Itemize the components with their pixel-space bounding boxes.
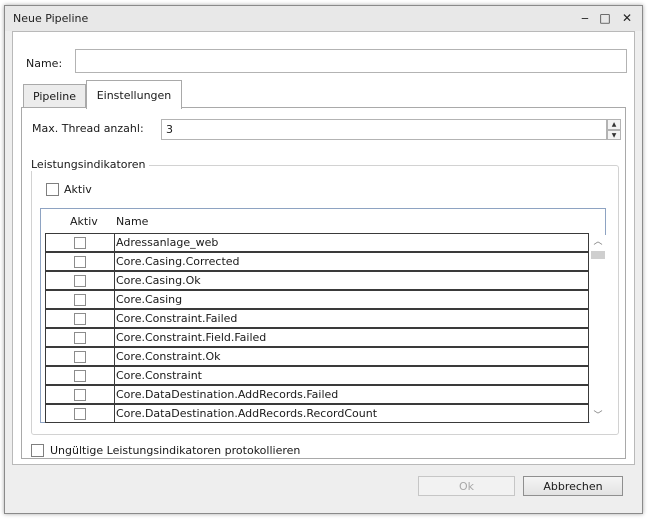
column-header-aktiv[interactable]: Aktiv bbox=[70, 215, 98, 228]
row-aktiv-checkbox[interactable] bbox=[74, 408, 86, 420]
counters-grid: Aktiv Name Adressanlage_web Core.Casing.C… bbox=[40, 208, 606, 423]
column-divider bbox=[114, 272, 115, 289]
column-divider bbox=[114, 367, 115, 384]
column-divider bbox=[114, 291, 115, 308]
column-divider bbox=[114, 386, 115, 403]
column-divider bbox=[114, 234, 115, 251]
minimize-button[interactable]: ‒ bbox=[577, 10, 593, 26]
log-invalid-checkbox[interactable] bbox=[31, 444, 44, 457]
table-row[interactable]: Core.Constraint.Failed bbox=[45, 309, 589, 328]
cancel-button[interactable]: Abbrechen bbox=[523, 476, 623, 496]
aktiv-checkbox[interactable] bbox=[46, 183, 59, 196]
tab-pipeline-label: Pipeline bbox=[32, 90, 77, 103]
row-aktiv-checkbox[interactable] bbox=[74, 275, 86, 287]
scroll-up-icon[interactable]: ︿ bbox=[593, 237, 603, 247]
thread-count-label: Max. Thread anzahl: bbox=[32, 122, 144, 135]
row-aktiv-checkbox[interactable] bbox=[74, 351, 86, 363]
aktiv-label: Aktiv bbox=[64, 183, 92, 196]
row-name-cell: Core.Constraint.Ok bbox=[116, 350, 221, 363]
spin-down-button[interactable]: ▼ bbox=[607, 130, 621, 140]
tab-einstellungen[interactable]: Einstellungen bbox=[86, 80, 182, 109]
table-row[interactable]: Core.Casing.Ok bbox=[45, 271, 589, 290]
row-name-cell: Core.Constraint bbox=[116, 369, 202, 382]
table-row[interactable]: Core.Casing.Corrected bbox=[45, 252, 589, 271]
dialog-content: Name: Pipeline Einstellungen Max. Thread… bbox=[12, 31, 635, 465]
column-divider bbox=[114, 253, 115, 270]
row-name-cell: Core.DataDestination.AddRecords.Failed bbox=[116, 388, 339, 401]
settings-panel: Max. Thread anzahl: 3 ▲ ▼ Leistungsindik… bbox=[21, 107, 626, 459]
table-row[interactable]: Core.Constraint.Field.Failed bbox=[45, 328, 589, 347]
column-divider bbox=[114, 310, 115, 327]
ok-button-label: Ok bbox=[458, 479, 475, 493]
ok-button[interactable]: Ok bbox=[418, 476, 515, 496]
row-name-cell: Core.Casing bbox=[116, 293, 183, 306]
table-row[interactable]: Core.Constraint.Ok bbox=[45, 347, 589, 366]
maximize-button[interactable]: □ bbox=[597, 10, 613, 26]
row-name-cell: Core.Constraint.Failed bbox=[116, 312, 238, 325]
dialog-window: Neue Pipeline ‒ □ ✕ Name: Pipeline Einst… bbox=[4, 5, 643, 514]
tab-einstellungen-label: Einstellungen bbox=[96, 88, 172, 102]
name-label: Name: bbox=[26, 57, 63, 70]
cancel-button-label: Abbrechen bbox=[543, 479, 603, 493]
column-divider bbox=[114, 329, 115, 346]
performance-counters-title: Leistungsindikatoren bbox=[28, 158, 149, 171]
table-row[interactable]: Core.DataDestination.AddRecords.Failed bbox=[45, 385, 589, 404]
row-aktiv-checkbox[interactable] bbox=[74, 313, 86, 325]
row-name-cell: Core.Casing.Corrected bbox=[116, 255, 240, 268]
name-input[interactable] bbox=[75, 49, 627, 73]
thread-count-value: 3 bbox=[166, 123, 173, 136]
table-row[interactable]: Core.Constraint bbox=[45, 366, 589, 385]
title-bar[interactable]: Neue Pipeline ‒ □ ✕ bbox=[5, 6, 642, 31]
window-title: Neue Pipeline bbox=[13, 12, 89, 25]
spin-up-button[interactable]: ▲ bbox=[607, 119, 621, 130]
row-aktiv-checkbox[interactable] bbox=[74, 370, 86, 382]
thread-count-input[interactable]: 3 bbox=[161, 119, 607, 140]
row-aktiv-checkbox[interactable] bbox=[74, 237, 86, 249]
log-invalid-label: Ungültige Leistungsindikatoren protokoll… bbox=[50, 444, 301, 457]
column-divider bbox=[114, 405, 115, 422]
table-row[interactable]: Core.DataDestination.AddRecords.RecordCo… bbox=[45, 404, 589, 423]
row-aktiv-checkbox[interactable] bbox=[74, 332, 86, 344]
scrollbar-thumb[interactable] bbox=[591, 251, 605, 259]
table-row[interactable]: Core.Casing bbox=[45, 290, 589, 309]
row-name-cell: Core.Constraint.Field.Failed bbox=[116, 331, 267, 344]
row-name-cell: Core.Casing.Ok bbox=[116, 274, 201, 287]
row-name-cell: Core.DataDestination.AddRecords.RecordCo… bbox=[116, 407, 378, 420]
row-aktiv-checkbox[interactable] bbox=[74, 256, 86, 268]
column-divider bbox=[114, 348, 115, 365]
column-header-name[interactable]: Name bbox=[116, 215, 148, 228]
grid-scrollbar[interactable]: ︿ ﹀ bbox=[590, 235, 606, 423]
tab-pipeline[interactable]: Pipeline bbox=[23, 84, 86, 108]
scroll-down-icon[interactable]: ﹀ bbox=[593, 411, 603, 421]
row-aktiv-checkbox[interactable] bbox=[74, 389, 86, 401]
close-button[interactable]: ✕ bbox=[619, 10, 635, 26]
table-row[interactable]: Adressanlage_web bbox=[45, 233, 589, 252]
row-aktiv-checkbox[interactable] bbox=[74, 294, 86, 306]
row-name-cell: Adressanlage_web bbox=[116, 236, 219, 249]
